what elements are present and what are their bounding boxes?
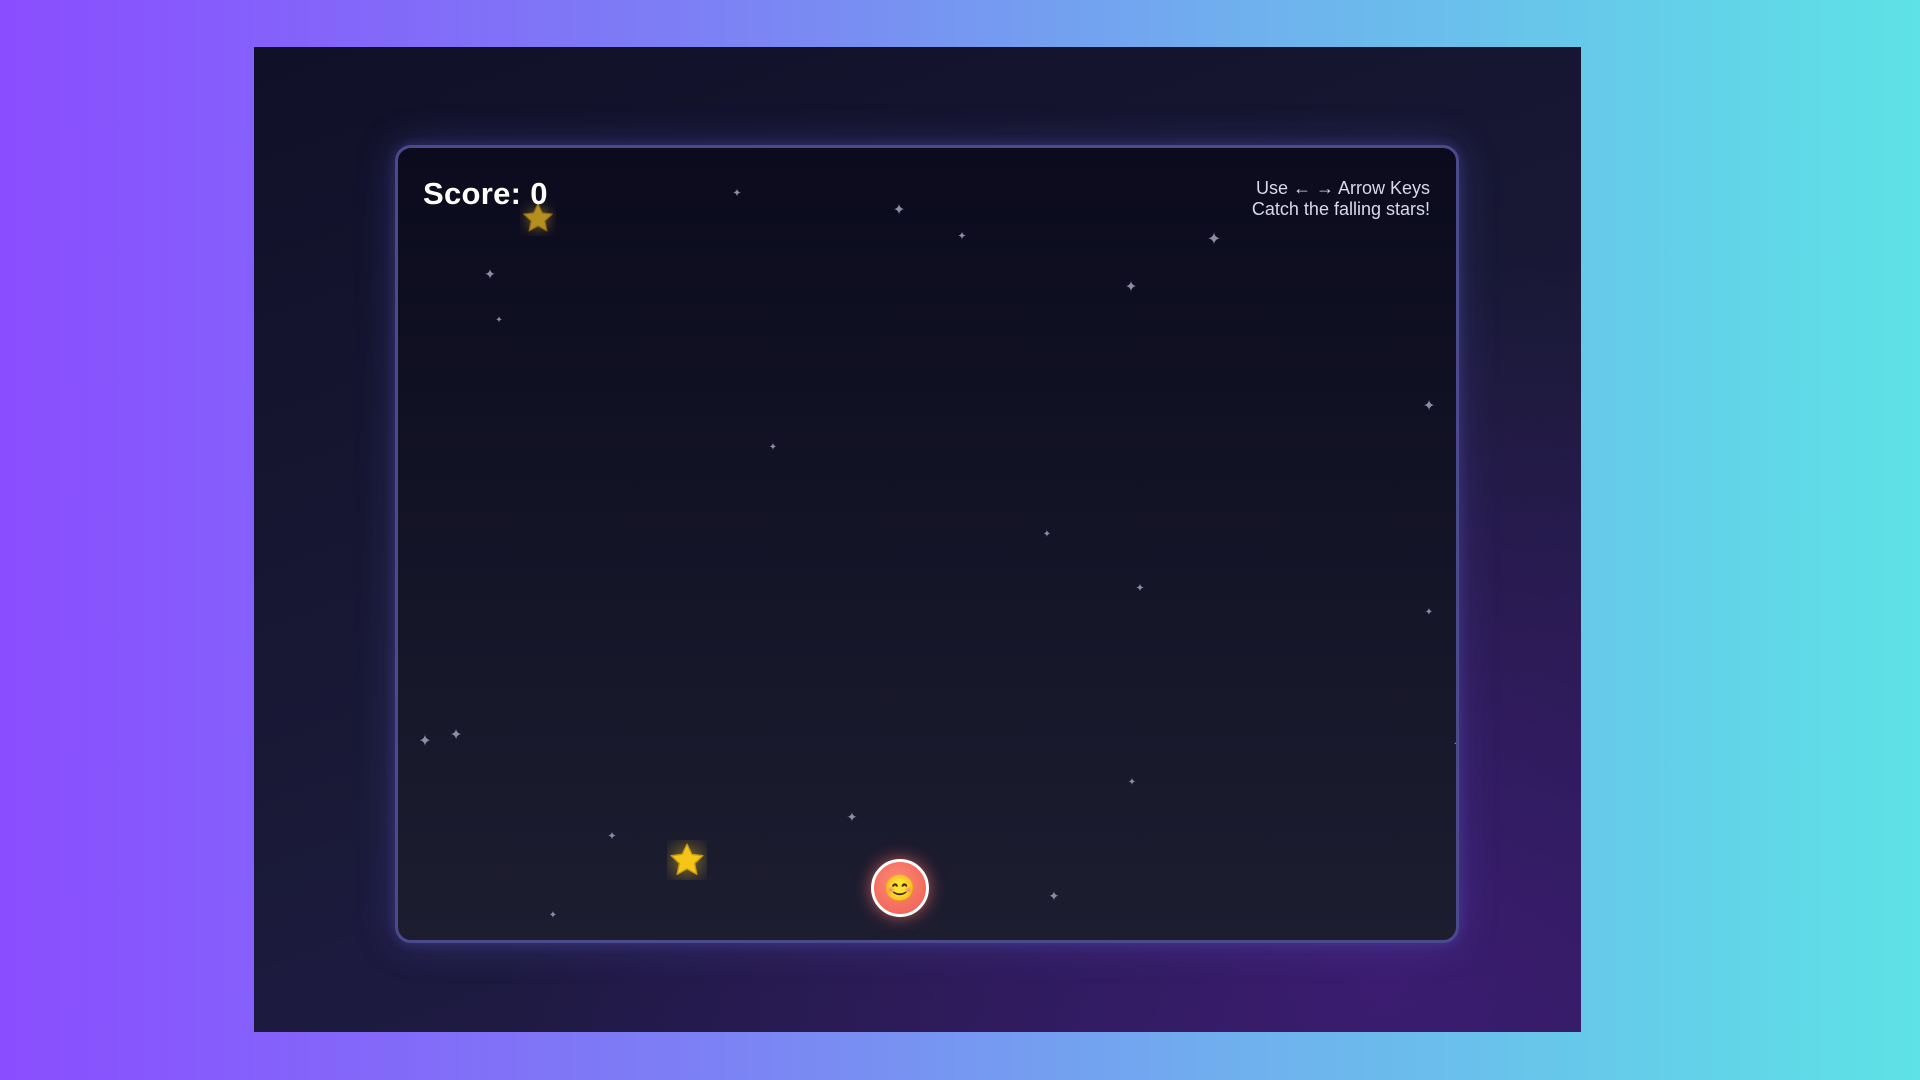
player-catcher: 😊 [871, 859, 929, 917]
sparkle-icon: ✦ [1042, 529, 1052, 540]
sparkle-icon: ✦ [1127, 777, 1137, 788]
sparkle-icon: ✦ [1453, 739, 1456, 749]
sparkle-icon: ✦ [1424, 607, 1434, 618]
game-frame: Score: 0 Use ← → Arrow Keys Catch the fa… [254, 47, 1581, 1032]
sparkle-icon: ✦ [732, 187, 742, 200]
score-display: Score: 0 [423, 176, 548, 211]
instructions-goal: Catch the falling stars! [1251, 199, 1430, 219]
sparkle-icon: ✦ [846, 809, 858, 825]
smiley-face-icon: 😊 [883, 872, 917, 903]
sparkle-icon: ✦ [548, 910, 558, 921]
sparkle-icon: ✦ [1135, 582, 1145, 595]
sparkle-icon: ✦ [892, 201, 906, 219]
sparkle-icon: ✦ [1206, 229, 1222, 249]
sparkle-icon: ✦ [449, 726, 463, 744]
instructions-panel: Use ← → Arrow Keys Catch the falling sta… [1252, 178, 1430, 220]
sparkle-icon: ✦ [418, 733, 432, 750]
sparkle-icon: ✦ [1048, 888, 1060, 904]
sparkle-icon: ✦ [1124, 278, 1138, 296]
sparkle-icon: ✦ [495, 314, 503, 325]
instructions-controls: Use ← → Arrow Keys [1255, 178, 1430, 198]
sparkle-icon: ✦ [1422, 397, 1436, 415]
sparkle-icon: ✦ [607, 830, 617, 843]
falling-star-icon [667, 840, 707, 880]
sparkle-icon: ✦ [484, 266, 496, 282]
sparkle-icon: ✦ [768, 442, 778, 453]
game-canvas[interactable]: Score: 0 Use ← → Arrow Keys Catch the fa… [395, 145, 1459, 943]
sparkle-icon: ✦ [957, 230, 967, 243]
